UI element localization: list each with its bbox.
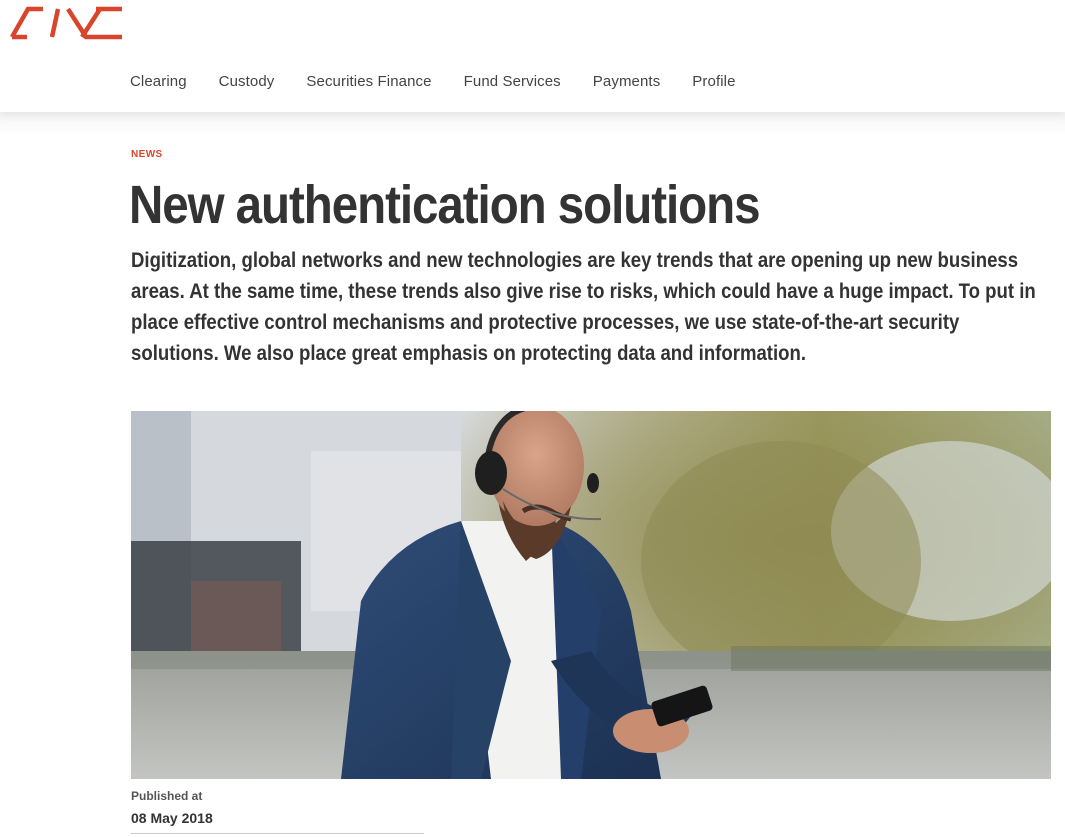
six-logo[interactable] (10, 4, 126, 40)
hero-photo-illustration (131, 411, 1051, 779)
nav-item-securities-finance[interactable]: Securities Finance (306, 72, 431, 92)
header-shadow-band (0, 112, 1065, 136)
nav-item-profile[interactable]: Profile (692, 72, 735, 92)
publish-info: Published at 08 May 2018 (131, 788, 424, 834)
published-date: 08 May 2018 (131, 810, 213, 826)
site-header: Clearing Custody Securities Finance Fund… (0, 0, 1065, 112)
main-nav: Clearing Custody Securities Finance Fund… (130, 72, 768, 92)
article-category: NEWS (131, 149, 163, 160)
article-lead: Digitization, global networks and new te… (131, 249, 1036, 365)
nav-item-clearing[interactable]: Clearing (130, 72, 187, 92)
article: NEWS New authentication solutions Digiti… (129, 140, 1056, 369)
page-title: New authentication solutions (129, 175, 761, 235)
nav-item-fund-services[interactable]: Fund Services (464, 72, 561, 92)
divider (131, 833, 424, 834)
hero-image (131, 411, 1051, 779)
nav-item-payments[interactable]: Payments (593, 72, 661, 92)
published-label: Published at (131, 789, 203, 803)
nav-item-custody[interactable]: Custody (219, 72, 275, 92)
